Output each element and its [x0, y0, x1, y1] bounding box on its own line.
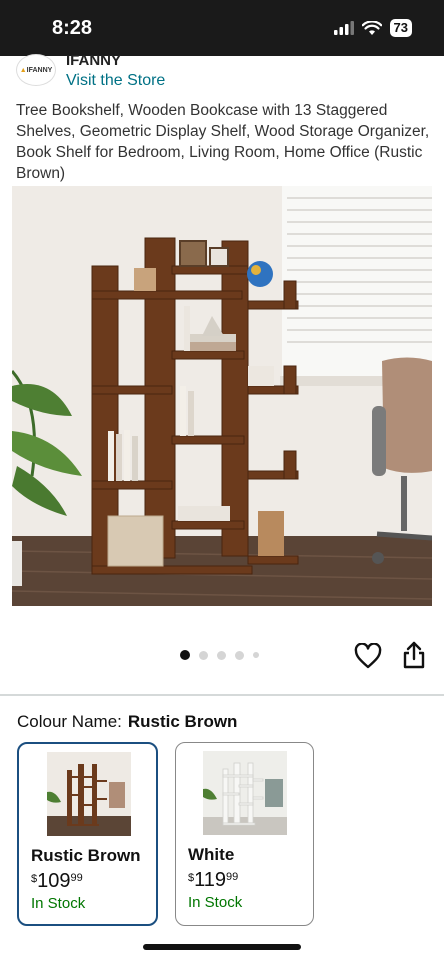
product-image[interactable] [12, 186, 432, 606]
colour-option-name: White [188, 845, 235, 864]
logo-mark-icon: ▲ [19, 66, 27, 74]
visit-store-link[interactable]: Visit the Store [66, 72, 165, 90]
battery-indicator: 73 [389, 19, 412, 37]
gallery-dots[interactable] [180, 650, 259, 660]
heart-icon [354, 642, 382, 669]
colour-option-rustic-brown[interactable]: Rustic Brown $10999 In Stock [17, 742, 158, 926]
colour-option-stock: In Stock [188, 894, 243, 911]
colour-option-price: $11999 [188, 869, 239, 891]
status-bar: 8:28 73 [0, 0, 444, 56]
swatch-thumbnail [47, 752, 131, 836]
home-indicator[interactable] [143, 944, 301, 950]
bookshelf-photo [12, 186, 432, 606]
section-divider [0, 694, 444, 696]
status-time: 8:28 [52, 17, 93, 39]
colour-option-stock: In Stock [31, 895, 86, 912]
store-row: ▲ IFANNY IFANNY Visit the Store [16, 52, 436, 92]
colour-option-name: Rustic Brown [31, 846, 141, 865]
status-icons: 73 [333, 19, 412, 37]
gallery-dot[interactable] [180, 650, 190, 660]
colour-option-price: $10999 [31, 870, 83, 892]
product-title: Tree Bookshelf, Wooden Bookcase with 13 … [16, 102, 430, 182]
share-icon [403, 641, 425, 669]
cellular-signal-icon [333, 21, 354, 35]
share-button[interactable] [400, 640, 428, 670]
wifi-icon [361, 20, 382, 35]
colour-name-label: Colour Name: Rustic Brown [17, 712, 238, 731]
gallery-dot[interactable] [253, 652, 259, 658]
colour-option-white[interactable]: White $11999 In Stock [175, 742, 314, 926]
swatch-thumbnail [203, 751, 287, 835]
gallery-dot[interactable] [235, 650, 244, 660]
brand-name: IFANNY [66, 52, 122, 69]
selected-colour: Rustic Brown [127, 712, 238, 731]
store-logo[interactable]: ▲ IFANNY [16, 54, 56, 86]
wishlist-button[interactable] [354, 642, 382, 669]
gallery-dot[interactable] [217, 650, 226, 660]
gallery-dot[interactable] [199, 650, 208, 660]
